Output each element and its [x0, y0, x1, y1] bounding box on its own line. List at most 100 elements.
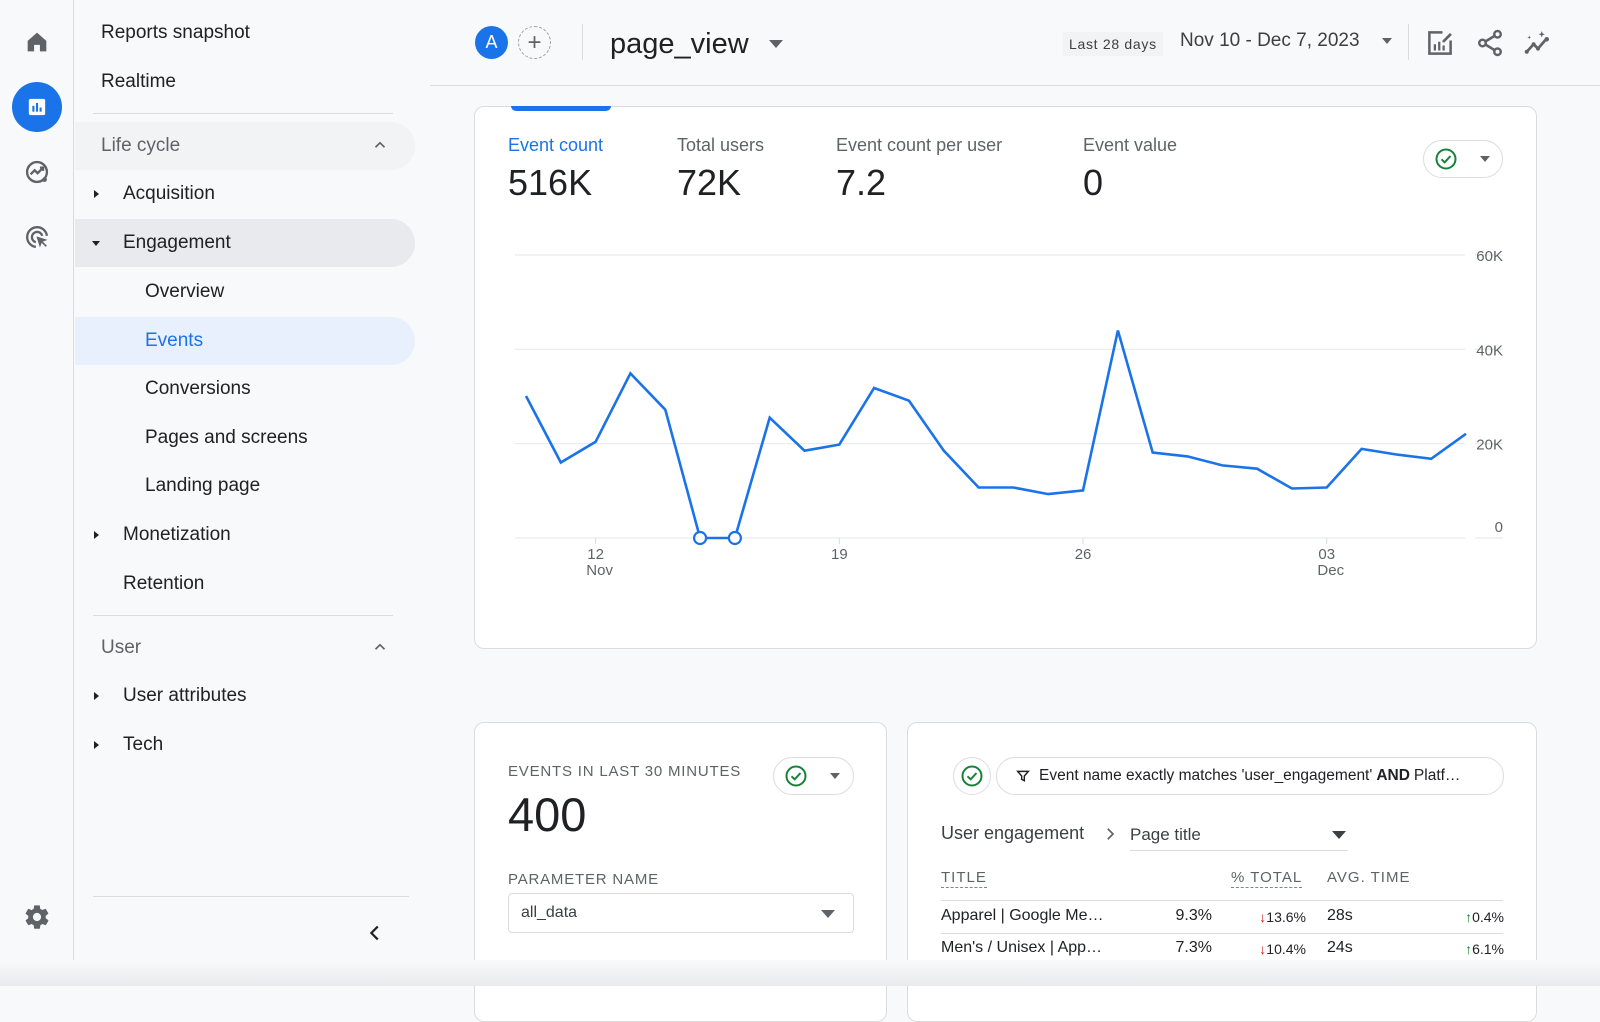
- report-nav: Reports snapshot Realtime Life cycle Acq…: [75, 0, 415, 986]
- caret-right-icon: [94, 741, 99, 749]
- chevron-up-icon: [374, 643, 386, 650]
- data-quality-button[interactable]: [953, 757, 991, 795]
- nav-divider: [93, 113, 393, 114]
- nav-retention[interactable]: Retention: [75, 560, 415, 608]
- zero-value-marker: [692, 530, 708, 546]
- caret-right-icon: [94, 190, 99, 198]
- y-tick-label: 20K: [1476, 437, 1503, 454]
- parameter-name-label: PARAMETER NAME: [508, 871, 659, 888]
- caret-right-icon: [94, 692, 99, 700]
- line-chart: 0 20K 40K 60K 12Nov 19 26 03Dec: [515, 248, 1503, 579]
- nav-conversions[interactable]: Conversions: [75, 365, 415, 413]
- row-time-delta: ↑0.4%: [1465, 909, 1504, 925]
- event-name: page_view: [610, 27, 749, 60]
- plus-icon: +: [527, 28, 542, 56]
- x-tick-label: 19: [831, 546, 848, 563]
- x-tick-sublabel: Nov: [586, 562, 613, 579]
- nav-group-label: Retention: [123, 573, 205, 594]
- dimension-select[interactable]: Page title: [1130, 819, 1348, 851]
- nav-group-user-attributes[interactable]: User attributes: [75, 672, 415, 720]
- date-range-picker[interactable]: Nov 10 - Dec 7, 2023: [1180, 30, 1392, 52]
- dropdown-arrow-icon: [1381, 38, 1392, 44]
- check-circle-icon: [785, 765, 807, 787]
- x-tick-label: 26: [1075, 546, 1092, 563]
- column-header-title[interactable]: TITLE: [941, 869, 987, 888]
- filter-text-truncated: Platf…: [1413, 767, 1461, 784]
- chevron-left-icon: [369, 925, 379, 941]
- nav-group-label: Tech: [123, 734, 164, 755]
- realtime-title: EVENTS IN LAST 30 MINUTES: [508, 763, 742, 780]
- zero-value-marker: [727, 530, 742, 546]
- home-button[interactable]: [12, 17, 62, 67]
- dimension-value: Page title: [1130, 824, 1201, 844]
- explore-icon: [25, 160, 49, 184]
- nav-group-label: Engagement: [123, 232, 231, 253]
- comparison-avatar[interactable]: A: [475, 26, 508, 59]
- nav-realtime[interactable]: Realtime: [101, 58, 176, 106]
- column-header-pct-total[interactable]: % TOTAL: [1231, 869, 1303, 888]
- advertising-button[interactable]: [12, 212, 62, 262]
- settings-button[interactable]: [12, 892, 62, 942]
- nav-landing-page[interactable]: Landing page: [75, 462, 415, 510]
- nav-reports-snapshot[interactable]: Reports snapshot: [101, 9, 250, 57]
- row-title: Men's / Unisex | App…: [941, 939, 1103, 956]
- section-user-label: User: [101, 637, 142, 658]
- data-quality-dropdown[interactable]: [773, 757, 854, 795]
- nav-group-acquisition[interactable]: Acquisition: [75, 170, 415, 218]
- dropdown-arrow-icon: [1332, 831, 1346, 839]
- row-pct-delta: ↓13.6%: [1259, 909, 1306, 925]
- nav-group-engagement[interactable]: Engagement: [75, 219, 415, 267]
- x-tick-label: 12: [587, 546, 604, 563]
- row-pct-delta: ↓10.4%: [1259, 941, 1306, 957]
- check-circle-icon: [961, 765, 983, 787]
- parameter-name-select[interactable]: all_data: [508, 893, 854, 933]
- date-preset-chip: Last 28 days: [1063, 32, 1163, 56]
- home-icon: [27, 32, 47, 52]
- nav-overview[interactable]: Overview: [75, 268, 415, 316]
- nav-group-label: Monetization: [123, 524, 231, 545]
- nav-group-tech[interactable]: Tech: [75, 721, 415, 769]
- customize-report-button[interactable]: [1423, 26, 1457, 60]
- nav-group-label: User attributes: [123, 685, 247, 706]
- insights-button[interactable]: [1521, 26, 1555, 60]
- event-chart-card: Event count 516K Total users 72K Event c…: [474, 106, 1537, 649]
- edit-chart-icon: [1428, 31, 1452, 55]
- caret-down-icon: [92, 241, 100, 246]
- divider: [582, 24, 583, 60]
- dropdown-arrow-icon: [768, 40, 783, 48]
- row-pct: 9.3%: [1175, 907, 1212, 924]
- collapse-nav-button[interactable]: [360, 918, 390, 948]
- dropdown-arrow-icon: [821, 910, 835, 918]
- y-tick-label: 60K: [1476, 248, 1503, 265]
- reports-button[interactable]: [12, 82, 62, 132]
- metric-breadcrumb: User engagement: [941, 823, 1085, 843]
- row-time-delta: ↑6.1%: [1465, 941, 1504, 957]
- date-range-text: Nov 10 - Dec 7, 2023: [1180, 30, 1360, 51]
- nav-divider: [93, 896, 409, 897]
- share-icon: [1478, 29, 1502, 57]
- row-avg-time: 24s: [1327, 939, 1353, 956]
- chevron-up-icon: [374, 141, 386, 148]
- section-life-cycle[interactable]: Life cycle: [75, 122, 415, 170]
- nav-pages-and-screens[interactable]: Pages and screens: [75, 414, 415, 462]
- nav-divider: [93, 615, 393, 616]
- nav-group-monetization[interactable]: Monetization: [75, 511, 415, 559]
- insights-icon: [1524, 31, 1549, 54]
- event-selector[interactable]: page_view: [610, 22, 783, 66]
- y-tick-label: 0: [1495, 519, 1503, 536]
- realtime-value: 400: [508, 788, 587, 841]
- column-header-avg-time[interactable]: AVG. TIME: [1327, 869, 1410, 886]
- series-line-event-count: [524, 330, 1467, 540]
- gear-icon: [25, 905, 49, 929]
- dropdown-arrow-icon: [830, 773, 840, 779]
- section-user[interactable]: User: [75, 624, 415, 672]
- table-divider: [941, 933, 1503, 934]
- filter-chip[interactable]: Event name exactly matches 'user_engagem…: [996, 757, 1504, 795]
- advertising-icon: [26, 226, 49, 249]
- share-button[interactable]: [1473, 26, 1507, 60]
- realtime-events-card: EVENTS IN LAST 30 MINUTES 400 PARAMETER …: [474, 722, 887, 1022]
- explore-button[interactable]: [12, 147, 62, 197]
- nav-events[interactable]: Events: [75, 317, 415, 365]
- icon-rail: [0, 0, 74, 986]
- add-comparison-button[interactable]: +: [518, 26, 551, 59]
